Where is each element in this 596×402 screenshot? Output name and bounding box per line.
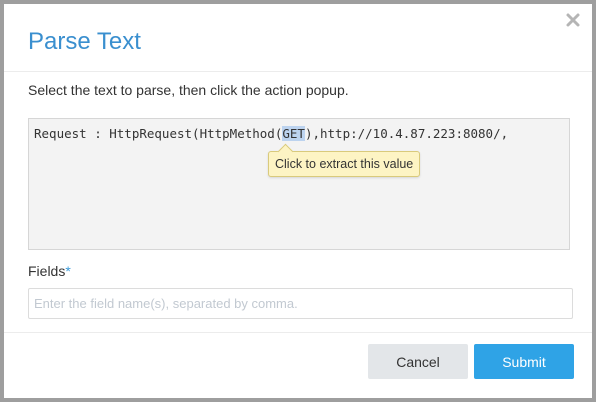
- submit-button[interactable]: Submit: [474, 344, 574, 379]
- close-icon[interactable]: [565, 12, 581, 28]
- footer-divider: [4, 332, 592, 333]
- parse-text-content[interactable]: Request : HttpRequest(HttpMethod(GET),ht…: [34, 126, 508, 141]
- selected-text[interactable]: GET: [282, 126, 305, 141]
- required-marker: *: [65, 263, 71, 279]
- extract-value-popup[interactable]: Click to extract this value: [268, 143, 421, 177]
- header-divider: [4, 71, 592, 72]
- fields-label: Fields*: [28, 263, 71, 279]
- dialog-title: Parse Text: [28, 28, 141, 55]
- parse-text-area[interactable]: Request : HttpRequest(HttpMethod(GET),ht…: [28, 118, 570, 250]
- text-after-selection: ),http://10.4.87.223:8080/,: [304, 126, 509, 141]
- fields-label-text: Fields: [28, 263, 66, 279]
- cancel-button[interactable]: Cancel: [368, 344, 468, 379]
- instruction-text: Select the text to parse, then click the…: [28, 82, 349, 98]
- extract-value-label: Click to extract this value: [275, 157, 414, 171]
- fields-input[interactable]: [28, 288, 573, 319]
- parse-text-dialog: Parse Text Select the text to parse, the…: [4, 4, 592, 398]
- text-before-selection: Request : HttpRequest(HttpMethod(: [34, 126, 283, 141]
- close-icon-glyph: [566, 13, 580, 27]
